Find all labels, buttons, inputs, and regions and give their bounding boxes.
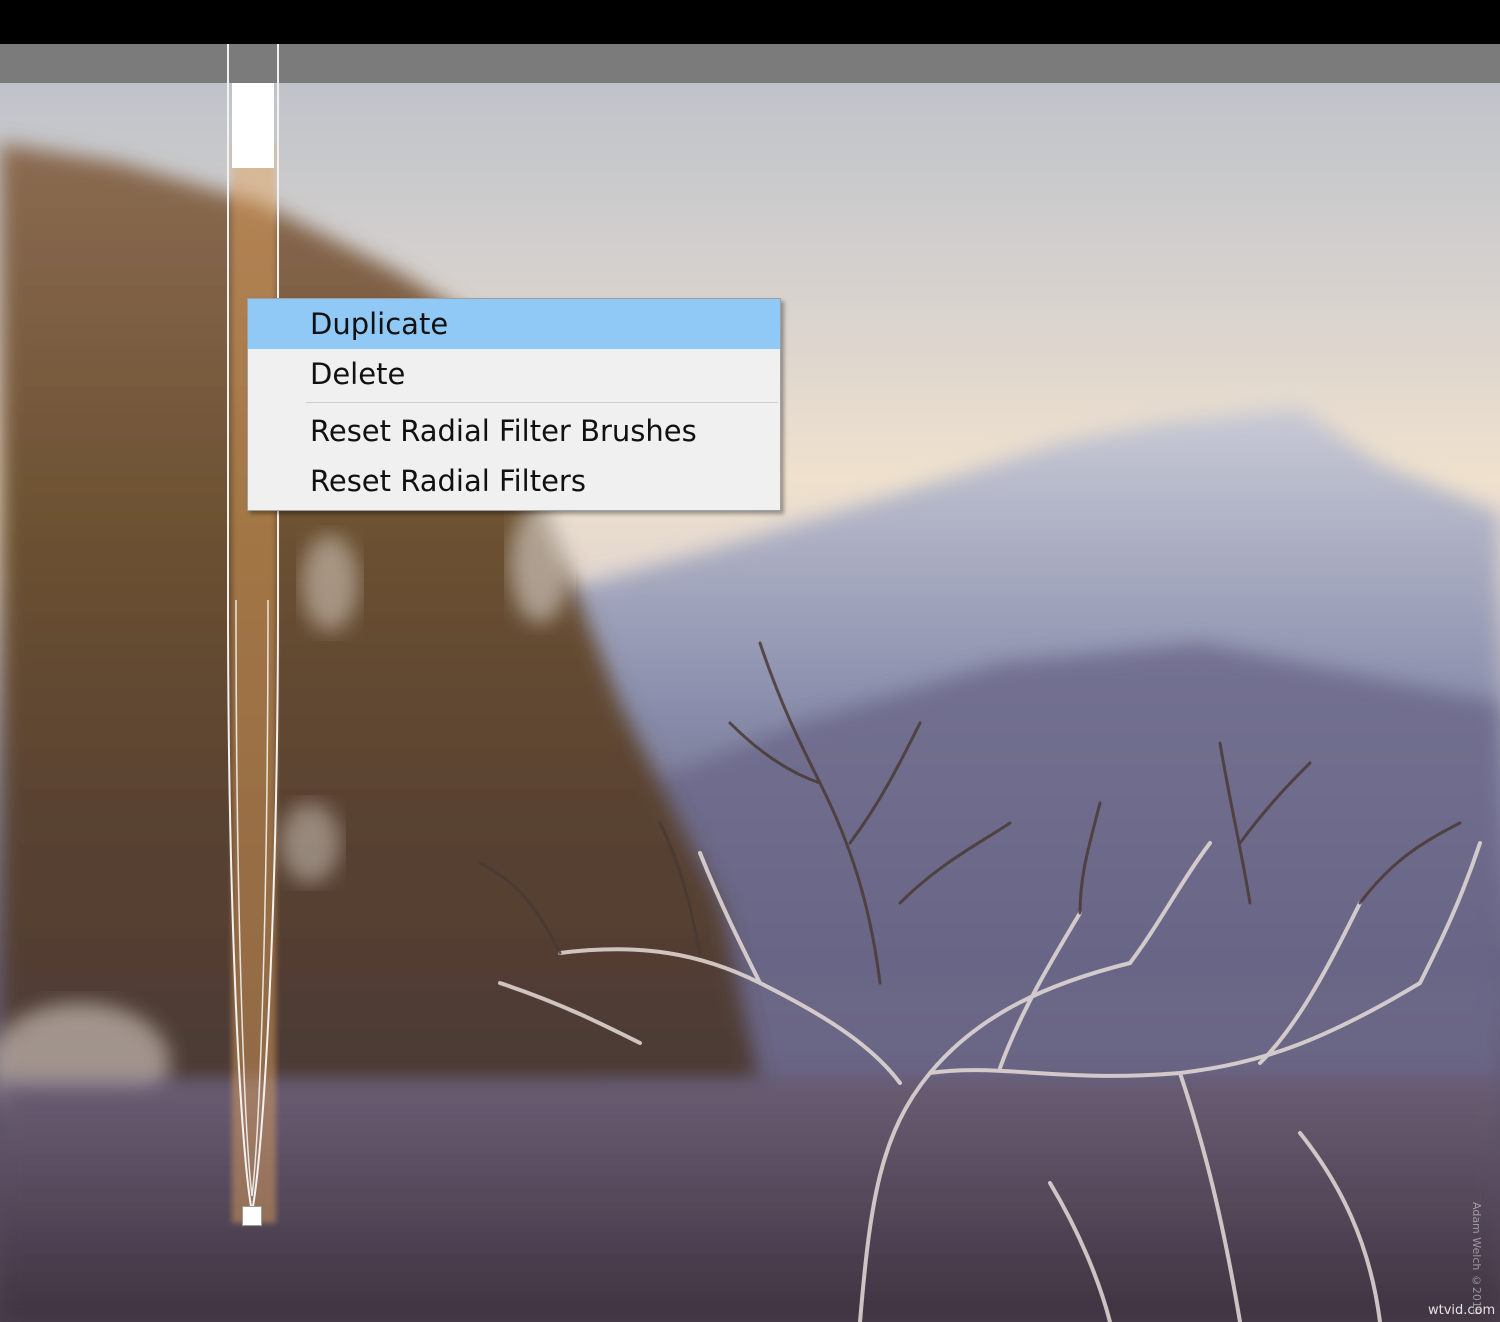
menu-item-delete[interactable]: Delete xyxy=(248,349,780,399)
photo-watermark: Adam Welch ©2019 xyxy=(1470,1202,1483,1315)
photo-canvas[interactable] xyxy=(0,83,1500,1322)
site-watermark: wtvid.com xyxy=(1428,1303,1496,1318)
radial-filter-pin[interactable] xyxy=(242,1206,262,1226)
menu-item-duplicate[interactable]: Duplicate xyxy=(248,299,780,349)
gray-strip xyxy=(0,44,1500,83)
context-menu: Duplicate Delete Reset Radial Filter Bru… xyxy=(247,298,781,511)
menu-item-reset-radial-filters[interactable]: Reset Radial Filters xyxy=(248,456,780,506)
top-bar xyxy=(0,0,1500,44)
menu-item-reset-radial-filter-brushes[interactable]: Reset Radial Filter Brushes xyxy=(248,406,780,456)
menu-separator xyxy=(306,402,778,403)
photo-image xyxy=(0,83,1500,1322)
